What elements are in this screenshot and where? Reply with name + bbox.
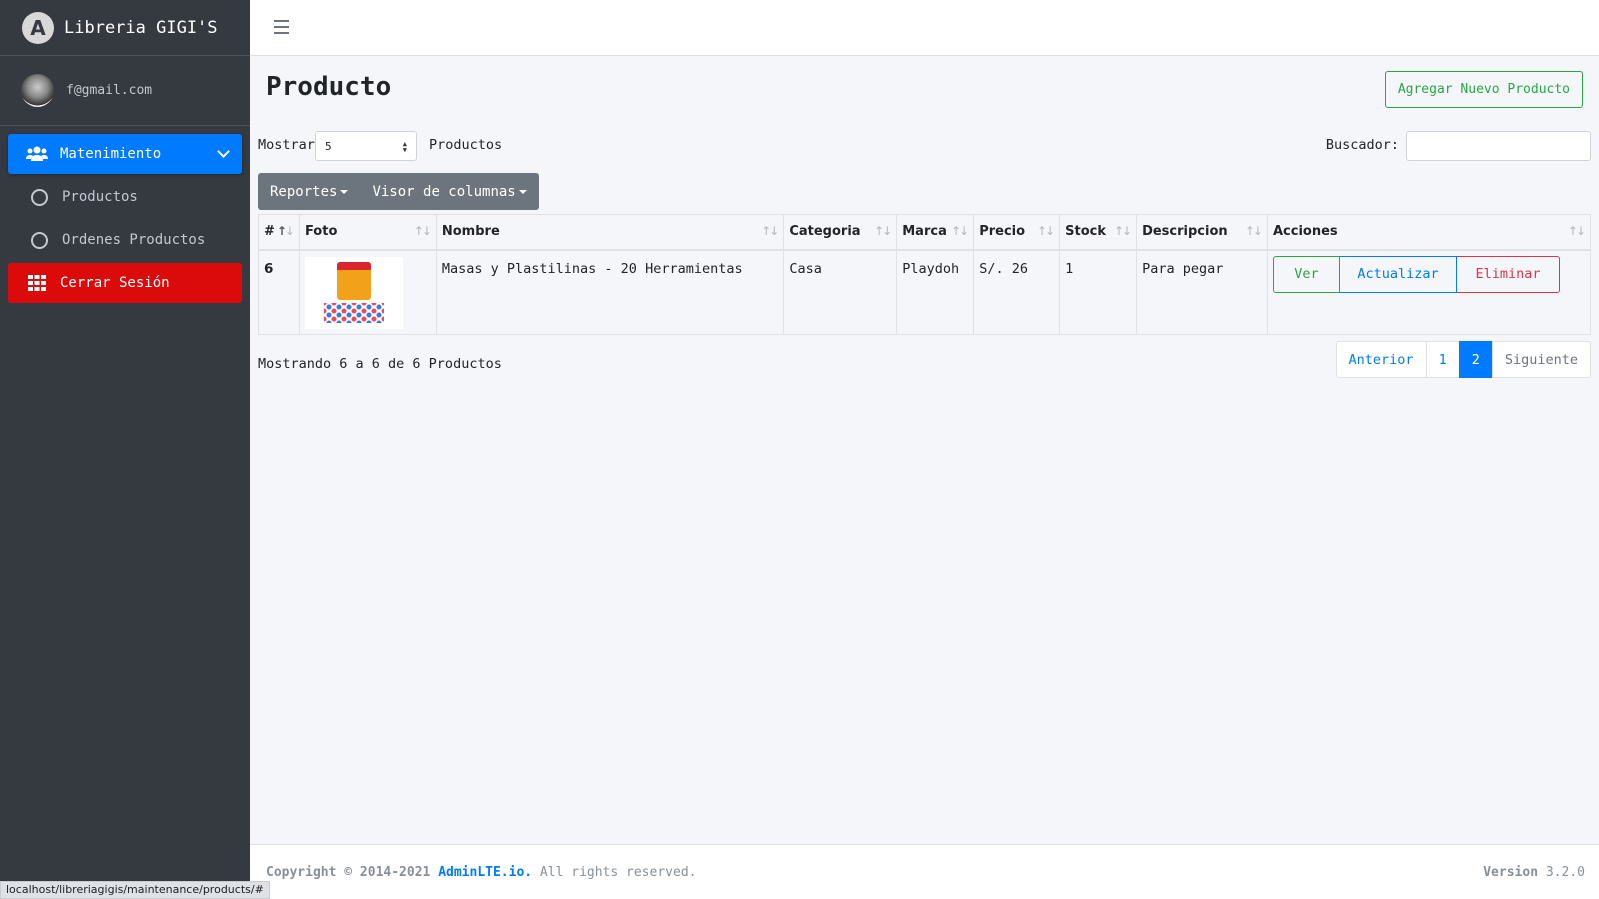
sidebar-item-label: Cerrar Sesión xyxy=(60,275,170,291)
sidebar-item-label: Productos xyxy=(62,189,138,205)
column-header-stock[interactable]: Stock ↑↓ xyxy=(1059,214,1138,251)
user-panel: f@gmail.com xyxy=(0,56,250,126)
cell-brand: Playdoh xyxy=(896,249,975,335)
main-footer: Copyright © 2014-2021 AdminLTE.io. All r… xyxy=(250,844,1599,899)
page-title: Producto xyxy=(266,72,392,102)
sort-icon: ↑↓ xyxy=(1567,224,1586,238)
column-header-marca[interactable]: Marca ↑↓ xyxy=(896,214,975,251)
caret-down-icon xyxy=(518,189,527,194)
table-row: 6 Masas y Plastilinas - 20 Herramientas … xyxy=(258,249,1592,335)
column-header-categoria[interactable]: Categoria ↑↓ xyxy=(783,214,898,251)
select-arrows-icon: ▲ ▼ xyxy=(402,140,407,154)
footer-version: Version 3.2.0 xyxy=(1483,865,1585,880)
sort-icon: ↑↓ xyxy=(1244,224,1263,238)
grid-icon xyxy=(26,275,48,291)
users-icon xyxy=(26,146,48,162)
cell-price: S/. 26 xyxy=(973,249,1061,335)
add-product-button[interactable]: Agregar Nuevo Producto xyxy=(1384,71,1583,108)
sidebar-item-ordenes-productos[interactable]: Ordenes Productos xyxy=(8,220,242,260)
caret-down-icon xyxy=(340,189,349,194)
cell-description: Para pegar xyxy=(1136,249,1268,335)
cell-name: Masas y Plastilinas - 20 Herramientas xyxy=(435,249,785,335)
cell-id: 6 xyxy=(258,249,300,335)
sort-icon: ↑↓ xyxy=(874,224,892,238)
column-header-nombre[interactable]: Nombre ↑↓ xyxy=(435,214,785,251)
brand-logo: A xyxy=(22,11,54,44)
reports-dropdown-button[interactable]: Reportes xyxy=(258,173,360,210)
cell-category: Casa xyxy=(783,249,898,335)
pagination: Anterior 1 2 Siguiente xyxy=(1335,341,1591,378)
show-label: Mostrar xyxy=(258,137,315,153)
sidebar-nav: Matenimiento Productos Ordenes Productos… xyxy=(0,126,250,314)
row-actions: Ver Actualizar Eliminar xyxy=(1272,255,1585,293)
entries-label: Productos xyxy=(429,137,503,153)
previous-page-button[interactable]: Anterior xyxy=(1335,341,1427,378)
table-controls: Mostrar 5 ▲ ▼ Productos Buscador: xyxy=(258,131,1591,161)
search-label: Buscador: xyxy=(1325,137,1399,153)
column-visibility-label: Visor de columnas xyxy=(372,183,516,200)
sidebar-item-label: Matenimiento xyxy=(60,146,162,162)
user-email[interactable]: f@gmail.com xyxy=(66,83,152,98)
column-header-id[interactable]: # ↑↓ xyxy=(258,214,300,251)
export-button-group: Reportes Visor de columnas xyxy=(258,173,539,210)
sidebar-item-cerrar-sesion[interactable]: Cerrar Sesión xyxy=(8,263,242,303)
page-size-value: 5 xyxy=(325,140,332,153)
table-info: Mostrando 6 a 6 de 6 Productos xyxy=(258,356,502,372)
cell-stock: 1 xyxy=(1059,249,1138,335)
brand-name: Libreria GIGI'S xyxy=(64,17,218,38)
column-visibility-button[interactable]: Visor de columnas xyxy=(360,173,538,210)
sort-icon: ↑↓ xyxy=(276,224,295,238)
avatar xyxy=(21,74,54,107)
adminlte-link[interactable]: AdminLTE.io. xyxy=(438,865,532,880)
delete-button[interactable]: Eliminar xyxy=(1456,255,1560,293)
products-table: # ↑↓ Foto ↑↓ Nombre ↑↓ Categoria ↑↓ Marca ↑↓ … xyxy=(258,214,1592,335)
sort-icon: ↑↓ xyxy=(1113,224,1132,238)
product-image xyxy=(304,256,403,329)
chevron-down-icon xyxy=(217,145,230,158)
sort-icon: ↑↓ xyxy=(1037,224,1055,238)
column-header-foto[interactable]: Foto ↑↓ xyxy=(298,214,437,251)
footer-copyright: Copyright © 2014-2021 AdminLTE.io. All r… xyxy=(266,865,697,880)
column-header-precio[interactable]: Precio ↑↓ xyxy=(973,214,1061,251)
sidebar-item-matenimiento[interactable]: Matenimiento xyxy=(8,134,242,174)
table-header-row: # ↑↓ Foto ↑↓ Nombre ↑↓ Categoria ↑↓ Marca ↑↓ … xyxy=(258,214,1592,251)
column-header-acciones[interactable]: Acciones ↑↓ xyxy=(1266,214,1592,251)
search-input[interactable] xyxy=(1406,131,1591,161)
update-button[interactable]: Actualizar xyxy=(1339,255,1457,293)
top-navbar xyxy=(250,0,1599,56)
next-page-button[interactable]: Siguiente xyxy=(1491,341,1591,378)
reports-label: Reportes xyxy=(270,183,338,200)
browser-status-url: localhost/libreriagigis/maintenance/prod… xyxy=(0,881,270,899)
main-sidebar: A Libreria GIGI'S f@gmail.com Matenimien… xyxy=(0,0,250,899)
sidebar-item-label: Ordenes Productos xyxy=(62,232,206,248)
sidebar-item-productos[interactable]: Productos xyxy=(8,177,242,217)
circle-icon xyxy=(28,188,50,206)
page-1-button[interactable]: 1 xyxy=(1425,341,1460,378)
view-button[interactable]: Ver xyxy=(1272,255,1340,293)
page-size-select[interactable]: 5 ▲ ▼ xyxy=(315,131,417,161)
brand-link[interactable]: A Libreria GIGI'S xyxy=(0,0,250,56)
column-header-descripcion[interactable]: Descripcion ↑↓ xyxy=(1136,214,1268,251)
cell-actions: Ver Actualizar Eliminar xyxy=(1266,249,1592,335)
cell-photo xyxy=(298,249,437,335)
circle-icon xyxy=(28,231,50,249)
sort-icon: ↑↓ xyxy=(761,224,779,238)
sort-icon: ↑↓ xyxy=(413,224,432,238)
hamburger-menu-icon[interactable] xyxy=(274,20,289,34)
page-2-button[interactable]: 2 xyxy=(1458,341,1493,378)
sort-icon: ↑↓ xyxy=(951,224,969,238)
